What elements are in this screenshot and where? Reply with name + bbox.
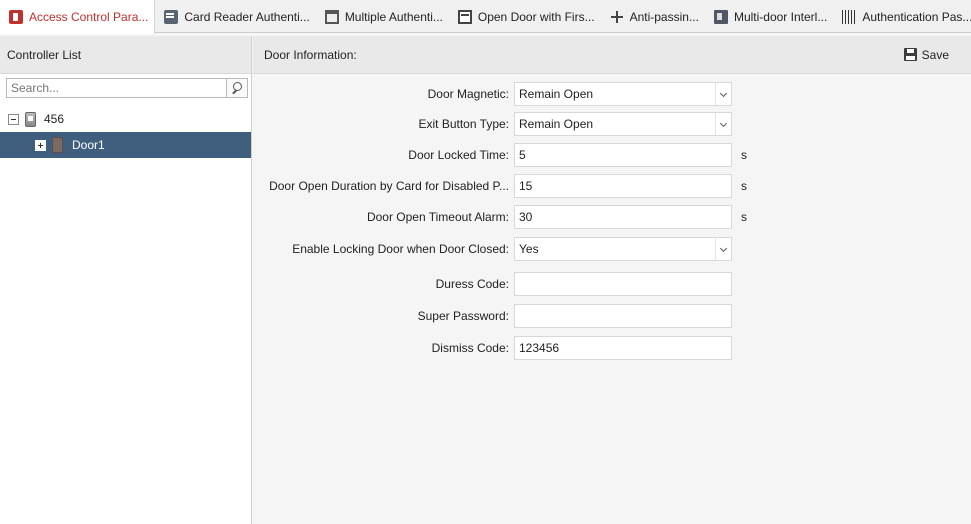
door-magnetic-select[interactable]: Remain Open	[514, 82, 732, 106]
door-icon	[52, 137, 63, 153]
tree-node-controller[interactable]: 456	[0, 106, 251, 132]
save-label: Save	[921, 47, 949, 62]
field-label: Enable Locking Door when Door Closed:	[292, 242, 509, 256]
chevron-down-icon[interactable]	[715, 238, 731, 260]
barcode-icon	[842, 9, 857, 24]
controller-icon	[25, 111, 36, 127]
field-label: Door Locked Time:	[408, 148, 509, 162]
field-label: Door Open Duration by Card for Disabled …	[269, 179, 509, 193]
tree-node-door[interactable]: Door1	[0, 132, 251, 158]
door-information-panel: Door Information: Save Door Magnetic: Re…	[253, 36, 971, 524]
tab-label: Multiple Authenti...	[344, 9, 443, 24]
field-label: Duress Code:	[435, 277, 509, 291]
multiple-auth-icon	[324, 9, 339, 24]
input-value: 123456	[519, 341, 560, 355]
form-row-exit-button-type: Exit Button Type: Remain Open	[253, 112, 732, 136]
field-label: Dismiss Code:	[431, 341, 509, 355]
tree-node-label: Door1	[72, 138, 105, 152]
door-locked-time-input[interactable]: 5	[514, 143, 732, 167]
save-icon	[903, 48, 917, 61]
form-row-door-open-duration-disabled: Door Open Duration by Card for Disabled …	[253, 174, 747, 198]
controller-list-title: Controller List	[0, 36, 251, 74]
field-label: Exit Button Type:	[418, 117, 510, 131]
door-open-duration-input[interactable]: 15	[514, 174, 732, 198]
form-row-dismiss-code: Dismiss Code: 123456	[253, 336, 732, 360]
panel-title: Door Information:	[264, 47, 357, 62]
save-button[interactable]: Save	[903, 36, 949, 74]
tab-label: Open Door with Firs...	[477, 9, 595, 24]
tab-multiple-authentication[interactable]: Multiple Authenti...	[316, 0, 449, 33]
select-value: Remain Open	[519, 87, 594, 101]
tab-label: Authentication Pas...	[862, 9, 971, 24]
tab-card-reader-authentication[interactable]: Card Reader Authenti...	[155, 0, 315, 33]
chevron-down-icon[interactable]	[715, 83, 731, 105]
tab-multi-door-interlocking[interactable]: Multi-door Interl...	[705, 0, 833, 33]
tab-authentication-password[interactable]: Authentication Pas...	[833, 0, 971, 33]
input-value: 30	[519, 210, 533, 224]
first-card-icon	[457, 9, 472, 24]
controller-list-panel: Controller List 456 Door1	[0, 36, 252, 524]
enable-locking-door-select[interactable]: Yes	[514, 237, 732, 261]
search-icon[interactable]	[227, 78, 248, 98]
unit-label: s	[741, 148, 747, 162]
expand-icon[interactable]	[35, 139, 46, 151]
field-label: Super Password:	[417, 309, 509, 323]
controller-tree: 456 Door1	[0, 106, 251, 158]
tab-access-control-parameters[interactable]: Access Control Para...	[0, 0, 156, 34]
form-row-door-open-timeout-alarm: Door Open Timeout Alarm: 30 s	[253, 205, 747, 229]
tab-label: Anti-passin...	[629, 9, 699, 24]
exit-button-type-select[interactable]: Remain Open	[514, 112, 732, 136]
input-value: 15	[519, 179, 533, 193]
anti-passback-icon	[609, 9, 624, 24]
tab-label: Access Control Para...	[29, 9, 149, 24]
access-control-icon	[9, 9, 23, 24]
search-input[interactable]	[6, 78, 227, 98]
tab-label: Multi-door Interl...	[733, 9, 828, 24]
dismiss-code-input[interactable]: 123456	[514, 336, 732, 360]
form-row-door-locked-time: Door Locked Time: 5 s	[253, 143, 747, 167]
tab-open-door-first-card[interactable]: Open Door with Firs...	[449, 0, 601, 33]
chevron-down-icon[interactable]	[715, 113, 731, 135]
select-value: Yes	[519, 242, 539, 256]
door-information-header: Door Information: Save	[253, 36, 971, 74]
tab-bar: Access Control Para... Card Reader Authe…	[0, 0, 971, 34]
input-value: 5	[519, 148, 526, 162]
form-row-door-magnetic: Door Magnetic: Remain Open	[253, 82, 732, 106]
unit-label: s	[741, 179, 747, 193]
select-value: Remain Open	[519, 117, 594, 131]
tab-label: Card Reader Authenti...	[184, 9, 310, 24]
field-label: Door Magnetic:	[427, 87, 509, 101]
card-reader-icon	[164, 9, 179, 24]
tab-anti-passback[interactable]: Anti-passin...	[601, 0, 705, 33]
form-row-duress-code: Duress Code:	[253, 272, 732, 296]
door-open-timeout-alarm-input[interactable]: 30	[514, 205, 732, 229]
collapse-icon[interactable]	[8, 113, 19, 125]
super-password-input[interactable]	[514, 304, 732, 328]
form-row-super-password: Super Password:	[253, 304, 732, 328]
search-box	[6, 78, 248, 98]
field-label: Door Open Timeout Alarm:	[366, 210, 509, 224]
interlock-icon	[713, 9, 728, 24]
unit-label: s	[741, 210, 747, 224]
tree-node-label: 456	[44, 112, 65, 126]
form-row-enable-locking-door: Enable Locking Door when Door Closed: Ye…	[253, 237, 732, 261]
duress-code-input[interactable]	[514, 272, 732, 296]
